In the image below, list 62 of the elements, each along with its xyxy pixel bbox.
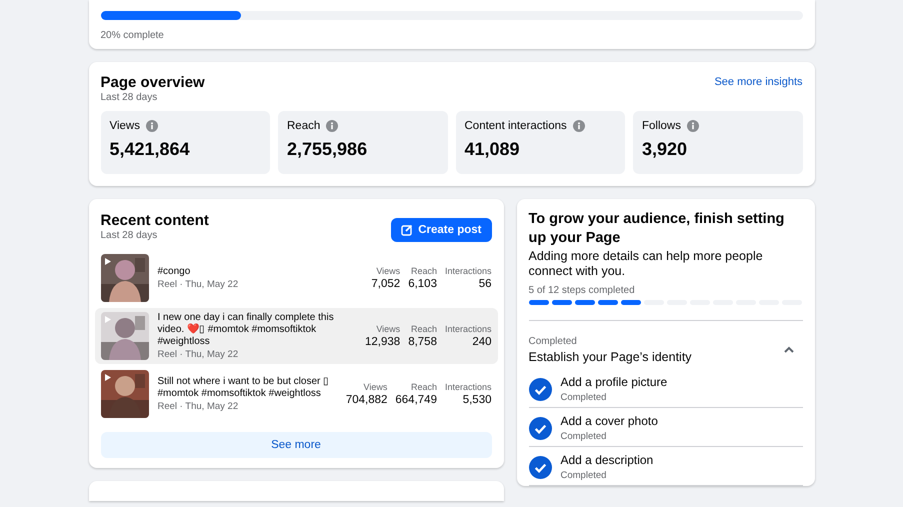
stat-label: Reach — [410, 382, 437, 392]
steps-label: 5 of 12 steps completed — [528, 285, 636, 296]
stat-label: Interactions — [444, 324, 492, 334]
item-title: Add a cover photo — [560, 414, 658, 428]
stat-label: Interactions — [444, 382, 492, 392]
date-range: Last 28 days — [100, 92, 158, 103]
metric-label: Content interactions — [464, 120, 567, 132]
metric-label: Follows — [642, 120, 681, 132]
stat-label: Views — [376, 266, 400, 276]
item-status: Completed — [560, 392, 608, 403]
insights-link[interactable]: See more insights — [714, 76, 802, 88]
info-icon[interactable] — [146, 120, 158, 132]
edit-icon — [401, 224, 414, 236]
see-more-button[interactable]: See more — [100, 432, 492, 458]
date-range: Last 28 days — [100, 230, 158, 241]
create-post-button[interactable]: Create post — [391, 218, 492, 242]
stat-value: 6,103 — [408, 278, 437, 290]
stat-value: 56 — [478, 278, 492, 290]
item-status: Completed — [560, 470, 608, 481]
item-status: Completed — [560, 431, 608, 442]
stat-label: Reach — [410, 324, 437, 334]
checklist-item[interactable]: Add a profile picture Completed — [528, 369, 802, 408]
stat-label: Interactions — [444, 266, 492, 276]
metric-label: Reach — [287, 120, 320, 132]
setup-description: Adding more details can help more people connect with you. — [528, 249, 764, 279]
info-icon[interactable] — [326, 120, 338, 132]
setup-title: To grow your audience, finish setting up your Page — [528, 210, 786, 248]
stat-label: Reach — [410, 266, 437, 276]
item-title: Add a description — [560, 453, 654, 467]
post-meta: Reel · Thu, May 22 — [158, 349, 240, 360]
stat-value: 12,938 — [365, 336, 400, 348]
checklist-item[interactable]: Add a cover photo Completed — [528, 408, 802, 447]
post-caption: #congo — [158, 266, 192, 278]
section-title: Page overview — [100, 74, 205, 92]
stat-value: 7,052 — [371, 278, 400, 290]
section-heading: Establish your Page’s identity — [528, 350, 692, 364]
section-title: Recent content — [100, 212, 209, 230]
post-caption: I new one day i can finally complete this video. ❤▯ #momtok #momsoftiktok #weightloss — [158, 312, 335, 348]
stat-value: 664,749 — [395, 394, 437, 406]
info-icon[interactable] — [572, 120, 585, 132]
stat-value: 240 — [472, 336, 492, 348]
stat-value: 8,758 — [408, 336, 437, 348]
post-row[interactable]: #congo Reel · Thu, May 22 Views 7,052 Reach 6,103 Interactions 56 — [94, 250, 498, 306]
post-meta: Reel · Thu, May 22 — [158, 279, 240, 290]
info-icon[interactable] — [686, 120, 699, 132]
stat-label: Views — [376, 324, 400, 334]
metric-value: 5,421,864 — [110, 139, 191, 160]
checklist-item[interactable]: Add a description Completed — [528, 447, 802, 486]
post-meta: Reel · Thu, May 22 — [158, 401, 240, 412]
stat-value: 5,530 — [462, 394, 492, 406]
item-title: Add a profile picture — [560, 375, 668, 389]
metric-label: Views — [110, 120, 140, 132]
metric-value: 41,089 — [464, 139, 521, 160]
stat-label: Views — [364, 382, 388, 392]
post-row[interactable]: Still not where i want to be but closer ▯ #momtok #momsoftiktok #weightloss Reel · Thu, May 22 Views 704,882 Reach 664,749 Interactions 5,530 — [94, 366, 498, 422]
post-caption: Still not where i want to be but closer ▯ #momtok #momsoftiktok #weightloss — [158, 376, 330, 400]
metric-value: 2,755,986 — [287, 139, 368, 160]
post-row[interactable]: I new one day i can finally complete this video. ❤▯ #momtok #momsoftiktok #weightloss Reel · Thu, May 22 Views 12,938 Reach 8,758 Interactions 240 — [94, 308, 498, 364]
stat-value: 704,882 — [346, 394, 388, 406]
metric-value: 3,920 — [642, 139, 688, 160]
progress-label: 20% complete — [100, 30, 165, 41]
section-status: Completed — [528, 336, 578, 347]
